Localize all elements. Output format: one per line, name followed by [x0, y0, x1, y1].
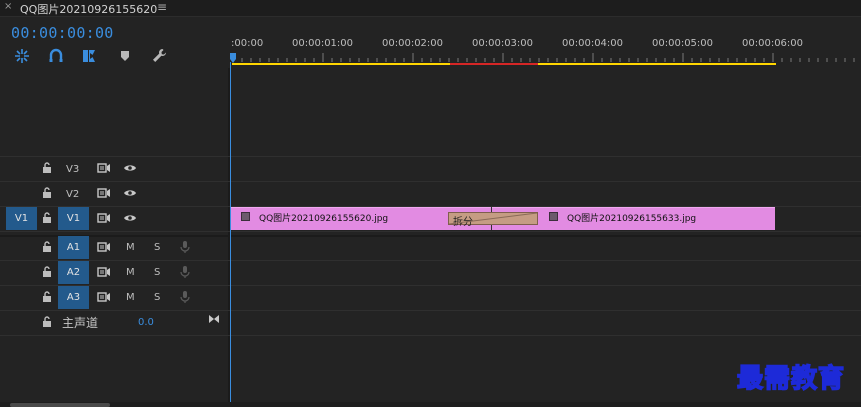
sync-lock-icon[interactable] — [97, 161, 111, 175]
snap-insert-icon[interactable] — [13, 47, 31, 65]
fx-badge-icon — [549, 212, 558, 221]
split-transition[interactable]: 拆分 — [448, 212, 538, 228]
row-divider — [0, 335, 861, 336]
sequence-tab-title[interactable]: QQ图片20210926155620 — [20, 1, 157, 17]
track-name-v2: V2 — [66, 189, 80, 200]
sync-lock-icon[interactable] — [97, 240, 111, 254]
lock-icon[interactable] — [40, 186, 54, 200]
clip-name: QQ图片20210926155620.jpg — [259, 214, 389, 224]
row-divider — [0, 156, 861, 157]
eye-icon[interactable] — [123, 161, 137, 175]
mute-button-a3[interactable]: M — [126, 292, 135, 303]
lock-icon[interactable] — [40, 315, 54, 329]
track-target-a1[interactable]: A1 — [58, 236, 89, 259]
sequence-tab-bar: × QQ图片20210926155620 ≡ — [0, 0, 861, 17]
solo-button-a3[interactable]: S — [154, 292, 160, 303]
transition-diagonal — [449, 213, 537, 224]
track-target-v1[interactable]: V1 — [58, 207, 89, 230]
microphone-icon[interactable] — [178, 265, 192, 279]
sync-lock-icon[interactable] — [97, 186, 111, 200]
microphone-icon[interactable] — [178, 290, 192, 304]
eye-icon[interactable] — [123, 186, 137, 200]
scrollbar-thumb[interactable] — [10, 403, 110, 407]
sync-lock-icon[interactable] — [97, 211, 111, 225]
mute-button-a2[interactable]: M — [126, 267, 135, 278]
watermark-text: 最需教育 — [736, 363, 846, 395]
sync-lock-icon[interactable] — [97, 290, 111, 304]
solo-button-a1[interactable]: S — [154, 242, 160, 253]
clip-name: QQ图片20210926155633.jpg — [567, 214, 697, 224]
marker-icon[interactable] — [116, 47, 134, 65]
track-target-a3[interactable]: A3 — [58, 286, 89, 309]
row-divider — [0, 181, 861, 182]
lock-icon[interactable] — [40, 161, 54, 175]
playhead-timecode[interactable]: 00:00:00:00 — [11, 24, 114, 42]
master-track-label: 主声道 — [62, 316, 99, 330]
linked-selection-icon[interactable] — [47, 47, 65, 65]
source-patch-v1[interactable]: V1 — [6, 207, 37, 230]
eye-icon[interactable] — [123, 211, 137, 225]
solo-button-a2[interactable]: S — [154, 267, 160, 278]
fx-badge-icon — [241, 212, 250, 221]
lock-icon[interactable] — [40, 211, 54, 225]
lock-icon[interactable] — [40, 265, 54, 279]
track-name-v3: V3 — [66, 164, 80, 175]
track-target-a2[interactable]: A2 — [58, 261, 89, 284]
row-divider — [0, 231, 861, 232]
microphone-icon[interactable] — [178, 240, 192, 254]
mute-button-a1[interactable]: M — [126, 242, 135, 253]
playhead-line[interactable] — [230, 62, 231, 404]
row-divider — [0, 310, 861, 311]
row-divider — [0, 285, 861, 286]
lock-icon[interactable] — [40, 240, 54, 254]
wrench-icon[interactable] — [150, 47, 168, 65]
render-red-bar — [450, 63, 538, 65]
row-divider — [0, 260, 861, 261]
horizontal-scrollbar[interactable] — [0, 402, 861, 407]
add-marker-target-icon[interactable] — [81, 47, 99, 65]
master-volume-value[interactable]: 0.0 — [138, 317, 154, 328]
time-ruler[interactable]: :00:00 00:00:01:00 00:00:02:00 00:00:03:… — [230, 17, 861, 68]
panel-menu-icon[interactable]: ≡ — [157, 0, 167, 14]
track-header-panel — [0, 68, 228, 407]
lock-icon[interactable] — [40, 290, 54, 304]
ruler-ticks — [230, 53, 855, 65]
jump-to-edit-icon[interactable] — [207, 312, 221, 326]
sync-lock-icon[interactable] — [97, 265, 111, 279]
av-separator — [0, 235, 861, 237]
close-tab-icon[interactable]: × — [4, 1, 12, 12]
